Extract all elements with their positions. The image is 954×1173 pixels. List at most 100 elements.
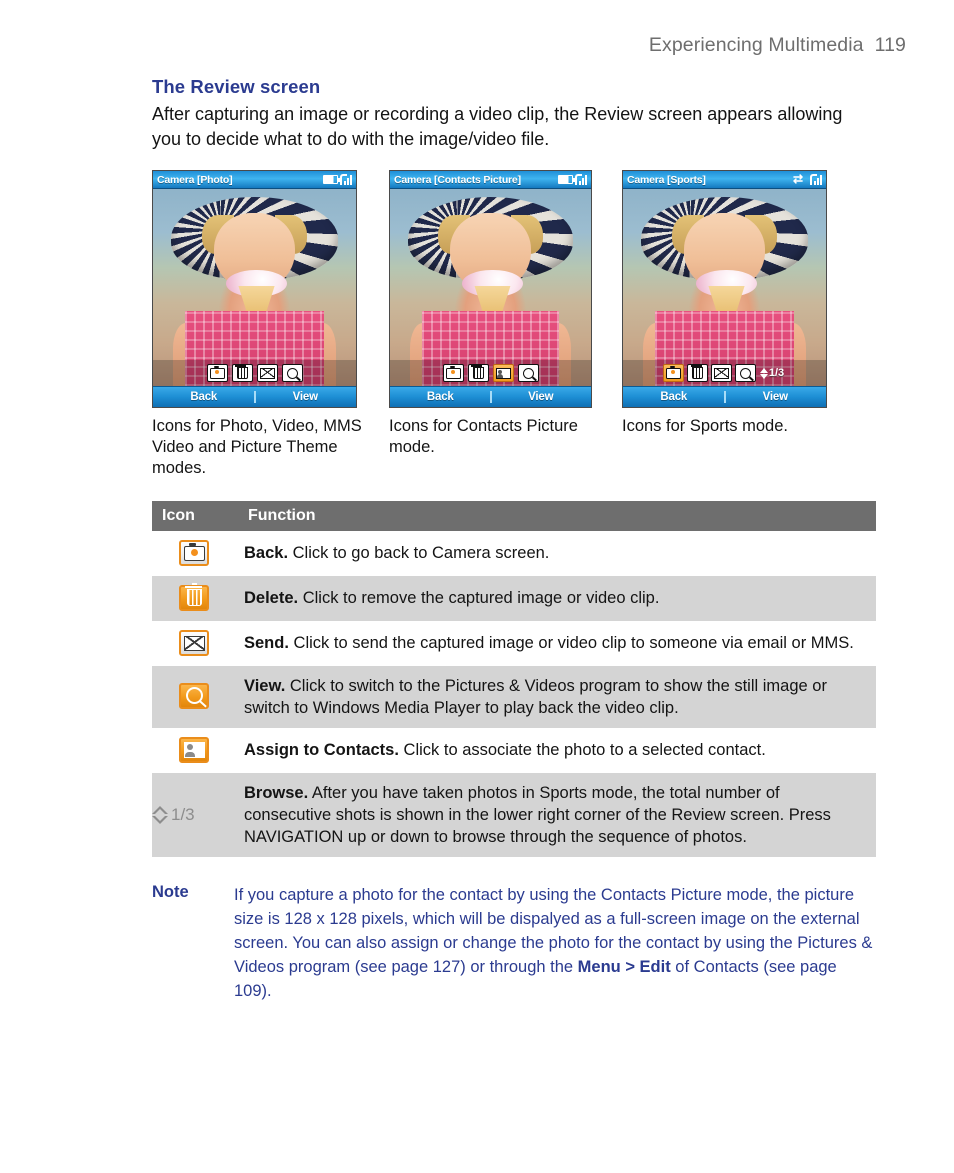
envelope-icon (179, 630, 209, 656)
envelope-icon[interactable] (710, 364, 732, 382)
signal-icon (575, 174, 588, 185)
titlebar-label: Camera [Contacts Picture] (394, 173, 521, 186)
table-function-cell: Browse. After you have taken photos in S… (244, 772, 876, 857)
table-function-cell: Back. Click to go back to Camera screen. (244, 531, 876, 576)
titlebar-status-icons: ⇄ (793, 172, 823, 186)
table-row: Back. Click to go back to Camera screen. (152, 531, 876, 576)
browse-counter: 1/3 (768, 366, 785, 379)
screenshot-column-contacts-picture: Camera [Contacts Picture] Back View Icon… (389, 170, 622, 479)
softkey-divider (489, 391, 492, 403)
section-intro: After capturing an image or recording a … (152, 104, 843, 149)
column-header-icon: Icon (152, 501, 244, 531)
table-icon-cell (152, 665, 244, 728)
softkey-view[interactable]: View (725, 391, 827, 403)
browse-arrows-icon (152, 805, 168, 824)
trash-icon[interactable] (686, 364, 708, 382)
softkey-back[interactable]: Back (390, 391, 491, 403)
screenshot-caption: Icons for Contacts Picture mode. (389, 417, 578, 456)
camera-icon[interactable] (206, 364, 228, 382)
titlebar-label: Camera [Sports] (627, 173, 706, 186)
review-toolbar (153, 360, 356, 386)
magnifier-icon (179, 682, 209, 709)
browse-arrows-icon (759, 367, 768, 379)
softkey-back[interactable]: Back (623, 391, 725, 403)
table-row: Send. Click to send the captured image o… (152, 621, 876, 666)
trash-icon (179, 583, 209, 611)
review-toolbar: 1/3 (623, 360, 826, 386)
function-term: Delete. (244, 589, 299, 608)
browse-icon[interactable]: 1/3 (759, 366, 785, 379)
captured-photo-preview: 1/3 (623, 189, 826, 386)
table-row: View. Click to switch to the Pictures & … (152, 665, 876, 728)
captured-photo-preview (390, 189, 591, 386)
trash-icon[interactable] (467, 364, 489, 382)
magnifier-icon[interactable] (517, 364, 539, 382)
softkey-bar: Back View (623, 386, 826, 407)
browse-counter-label: 1/3 (171, 804, 195, 824)
screenshot-column-photo: Camera [Photo] Back View Icons for Photo… (152, 170, 389, 479)
softkey-divider (723, 391, 726, 403)
function-term: Send. (244, 634, 289, 653)
table-icon-cell (152, 621, 244, 666)
assign-to-contacts-icon (179, 736, 209, 763)
phone-screenshot-photo: Camera [Photo] Back View (152, 170, 357, 408)
function-description: Click to remove the captured image or vi… (298, 589, 660, 608)
screenshot-caption: Icons for Sports mode. (622, 417, 788, 435)
softkey-view[interactable]: View (491, 391, 592, 403)
page-header: Experiencing Multimedia 119 (649, 34, 906, 57)
note-body: If you capture a photo for the contact b… (234, 883, 876, 1003)
titlebar-label: Camera [Photo] (157, 173, 233, 186)
camera-icon[interactable] (662, 364, 684, 382)
envelope-icon[interactable] (256, 364, 278, 382)
table-function-cell: Send. Click to send the captured image o… (244, 621, 876, 666)
function-term: View. (244, 676, 286, 695)
function-description: Click to send the captured image or vide… (288, 634, 854, 653)
column-header-function: Function (244, 501, 876, 531)
signal-icon (810, 174, 823, 185)
titlebar: Camera [Contacts Picture] (390, 171, 591, 189)
screenshot-row: Camera [Photo] Back View Icons for Photo… (152, 170, 876, 479)
magnifier-icon[interactable] (734, 364, 756, 382)
titlebar: Camera [Photo] (153, 171, 356, 189)
camera-icon[interactable] (442, 364, 464, 382)
table-function-cell: Delete. Click to remove the captured ima… (244, 575, 876, 621)
chapter-title: Experiencing Multimedia (648, 34, 864, 56)
assign-to-contacts-icon[interactable] (492, 364, 514, 382)
softkey-view[interactable]: View (255, 391, 357, 403)
function-description: Click to associate the photo to a select… (398, 741, 766, 759)
titlebar-status-icons (558, 174, 588, 185)
table-row: Delete. Click to remove the captured ima… (152, 575, 876, 621)
table-icon-cell (152, 531, 244, 576)
browse-icon: 1/3 (152, 804, 236, 826)
table-function-cell: View. Click to switch to the Pictures & … (244, 665, 876, 728)
battery-icon (323, 175, 340, 184)
screenshot-column-sports: Camera [Sports] ⇄ 1/3 Back View Icons fo… (622, 170, 876, 479)
function-description: Click to switch to the Pictures & Videos… (244, 676, 827, 717)
table-row: Assign to Contacts. Click to associate t… (152, 728, 876, 773)
trash-icon[interactable] (231, 364, 253, 382)
table-icon-cell (152, 728, 244, 773)
magnifier-icon[interactable] (281, 364, 303, 382)
captured-photo-preview (153, 189, 356, 386)
table-header-row: Icon Function (152, 501, 876, 531)
page-number: 119 (874, 34, 906, 56)
signal-icon (340, 174, 353, 185)
battery-icon (558, 175, 575, 184)
phone-screenshot-sports: Camera [Sports] ⇄ 1/3 Back View (622, 170, 827, 408)
softkey-divider (253, 391, 256, 403)
table-row: 1/3 Browse. After you have taken photos … (152, 772, 876, 857)
note-emphasis: Menu > Edit (577, 957, 671, 976)
sync-icon: ⇄ (793, 172, 804, 186)
note-block: Note If you capture a photo for the cont… (152, 883, 876, 1003)
table-function-cell: Assign to Contacts. Click to associate t… (244, 728, 876, 773)
phone-screenshot-contacts-picture: Camera [Contacts Picture] Back View (389, 170, 592, 408)
titlebar-status-icons (323, 174, 353, 185)
softkey-bar: Back View (153, 386, 356, 407)
softkey-bar: Back View (390, 386, 591, 407)
function-description: After you have taken photos in Sports mo… (244, 783, 831, 846)
function-term: Back. (244, 544, 289, 563)
function-description: Click to go back to Camera screen. (288, 544, 550, 563)
table-icon-cell (152, 575, 244, 621)
softkey-back[interactable]: Back (153, 391, 255, 403)
section-title: The Review screen (152, 76, 321, 97)
